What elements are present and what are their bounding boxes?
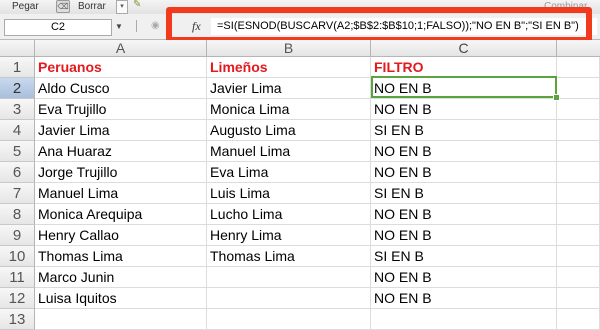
table-cell[interactable]: NO EN B: [371, 141, 557, 162]
table-cell[interactable]: Luis Lima: [207, 183, 371, 204]
column-header-c[interactable]: C: [371, 40, 557, 57]
row-header[interactable]: 5: [0, 141, 35, 162]
empty-cell[interactable]: [557, 57, 600, 78]
chevron-down-icon[interactable]: ▾: [116, 0, 128, 14]
table-cell[interactable]: Luisa Iquitos: [35, 288, 207, 309]
empty-cell[interactable]: [35, 309, 207, 330]
empty-cell[interactable]: [557, 246, 600, 267]
cancel-icon[interactable]: ◉: [151, 20, 160, 31]
row-header[interactable]: 13: [0, 309, 35, 330]
empty-cell[interactable]: [371, 309, 557, 330]
column-header-d[interactable]: [557, 40, 600, 57]
paste-button[interactable]: Pegar: [12, 1, 39, 12]
fill-handle[interactable]: [553, 94, 560, 101]
table-cell[interactable]: SI EN B: [371, 183, 557, 204]
header-cell-b[interactable]: Limeños: [207, 57, 371, 78]
table-cell[interactable]: Eva Lima: [207, 162, 371, 183]
empty-cell[interactable]: [557, 204, 600, 225]
row-header[interactable]: 2: [0, 78, 35, 99]
empty-cell[interactable]: [557, 120, 600, 141]
table-cell[interactable]: Lucho Lima: [207, 204, 371, 225]
combine-button[interactable]: Combinar: [544, 1, 587, 12]
empty-cell[interactable]: [557, 162, 600, 183]
table-cell[interactable]: NO EN B: [371, 162, 557, 183]
table-cell[interactable]: Manuel Lima: [207, 141, 371, 162]
table-cell[interactable]: Javier Lima: [35, 120, 207, 141]
divider: [136, 20, 137, 32]
table-cell[interactable]: Manuel Lima: [35, 183, 207, 204]
select-all-corner[interactable]: [0, 40, 35, 57]
table-cell[interactable]: Ana Huaraz: [35, 141, 207, 162]
table-cell[interactable]: [207, 267, 371, 288]
erase-button[interactable]: Borrar: [78, 1, 106, 12]
empty-cell[interactable]: [557, 267, 600, 288]
table-cell[interactable]: NO EN B: [371, 204, 557, 225]
row-header[interactable]: 12: [0, 288, 35, 309]
table-cell[interactable]: Monica Lima: [207, 99, 371, 120]
table-cell[interactable]: NO EN B: [371, 225, 557, 246]
table-cell[interactable]: Henry Callao: [35, 225, 207, 246]
table-cell[interactable]: Marco Junin: [35, 267, 207, 288]
empty-cell[interactable]: [207, 309, 371, 330]
name-box-dropdown-icon[interactable]: ▼: [113, 19, 125, 34]
column-header-a[interactable]: A: [35, 40, 207, 57]
table-cell[interactable]: Thomas Lima: [207, 246, 371, 267]
name-box[interactable]: C2: [4, 19, 112, 36]
header-cell-c[interactable]: FILTRO: [371, 57, 557, 78]
row-header[interactable]: 8: [0, 204, 35, 225]
table-cell[interactable]: Thomas Lima: [35, 246, 207, 267]
empty-cell[interactable]: [557, 99, 600, 120]
empty-cell[interactable]: [557, 288, 600, 309]
wrap-text-icon[interactable]: ✎: [133, 0, 147, 12]
formula-bar: C2 ▼ ◉ fx =SI(ESNOD(BUSCARV(A2;$B$2:$B$1…: [0, 14, 600, 40]
table-cell[interactable]: [207, 288, 371, 309]
row-header[interactable]: 4: [0, 120, 35, 141]
eraser-icon[interactable]: ⌫: [56, 0, 70, 13]
fx-icon[interactable]: fx: [192, 19, 201, 34]
table-cell[interactable]: Javier Lima: [207, 78, 371, 99]
table-cell[interactable]: SI EN B: [371, 120, 557, 141]
empty-cell[interactable]: [557, 309, 600, 330]
empty-cell[interactable]: [557, 78, 600, 99]
column-header-b[interactable]: B: [207, 40, 371, 57]
table-cell[interactable]: Henry Lima: [207, 225, 371, 246]
empty-cell[interactable]: [557, 141, 600, 162]
row-header[interactable]: 3: [0, 99, 35, 120]
row-header[interactable]: 10: [0, 246, 35, 267]
table-cell[interactable]: Jorge Trujillo: [35, 162, 207, 183]
row-header[interactable]: 9: [0, 225, 35, 246]
header-cell-a[interactable]: Peruanos: [35, 57, 207, 78]
empty-cell[interactable]: [557, 225, 600, 246]
row-header[interactable]: 1: [0, 57, 35, 78]
table-cell[interactable]: Monica Arequipa: [35, 204, 207, 225]
ribbon: Pegar ⌫ Borrar ▾ ✎ Combinar: [0, 0, 600, 15]
table-cell[interactable]: SI EN B: [371, 246, 557, 267]
row-header[interactable]: 6: [0, 162, 35, 183]
table-cell[interactable]: Augusto Lima: [207, 120, 371, 141]
table-cell[interactable]: NO EN B: [371, 288, 557, 309]
row-header[interactable]: 11: [0, 267, 35, 288]
table-cell[interactable]: Aldo Cusco: [35, 78, 207, 99]
formula-input[interactable]: =SI(ESNOD(BUSCARV(A2;$B$2:$B$10;1;FALSO)…: [211, 18, 597, 35]
table-cell[interactable]: NO EN B: [371, 267, 557, 288]
row-header[interactable]: 7: [0, 183, 35, 204]
table-cell[interactable]: Eva Trujillo: [35, 99, 207, 120]
empty-cell[interactable]: [557, 183, 600, 204]
table-cell[interactable]: NO EN B: [371, 78, 557, 99]
table-cell[interactable]: NO EN B: [371, 99, 557, 120]
